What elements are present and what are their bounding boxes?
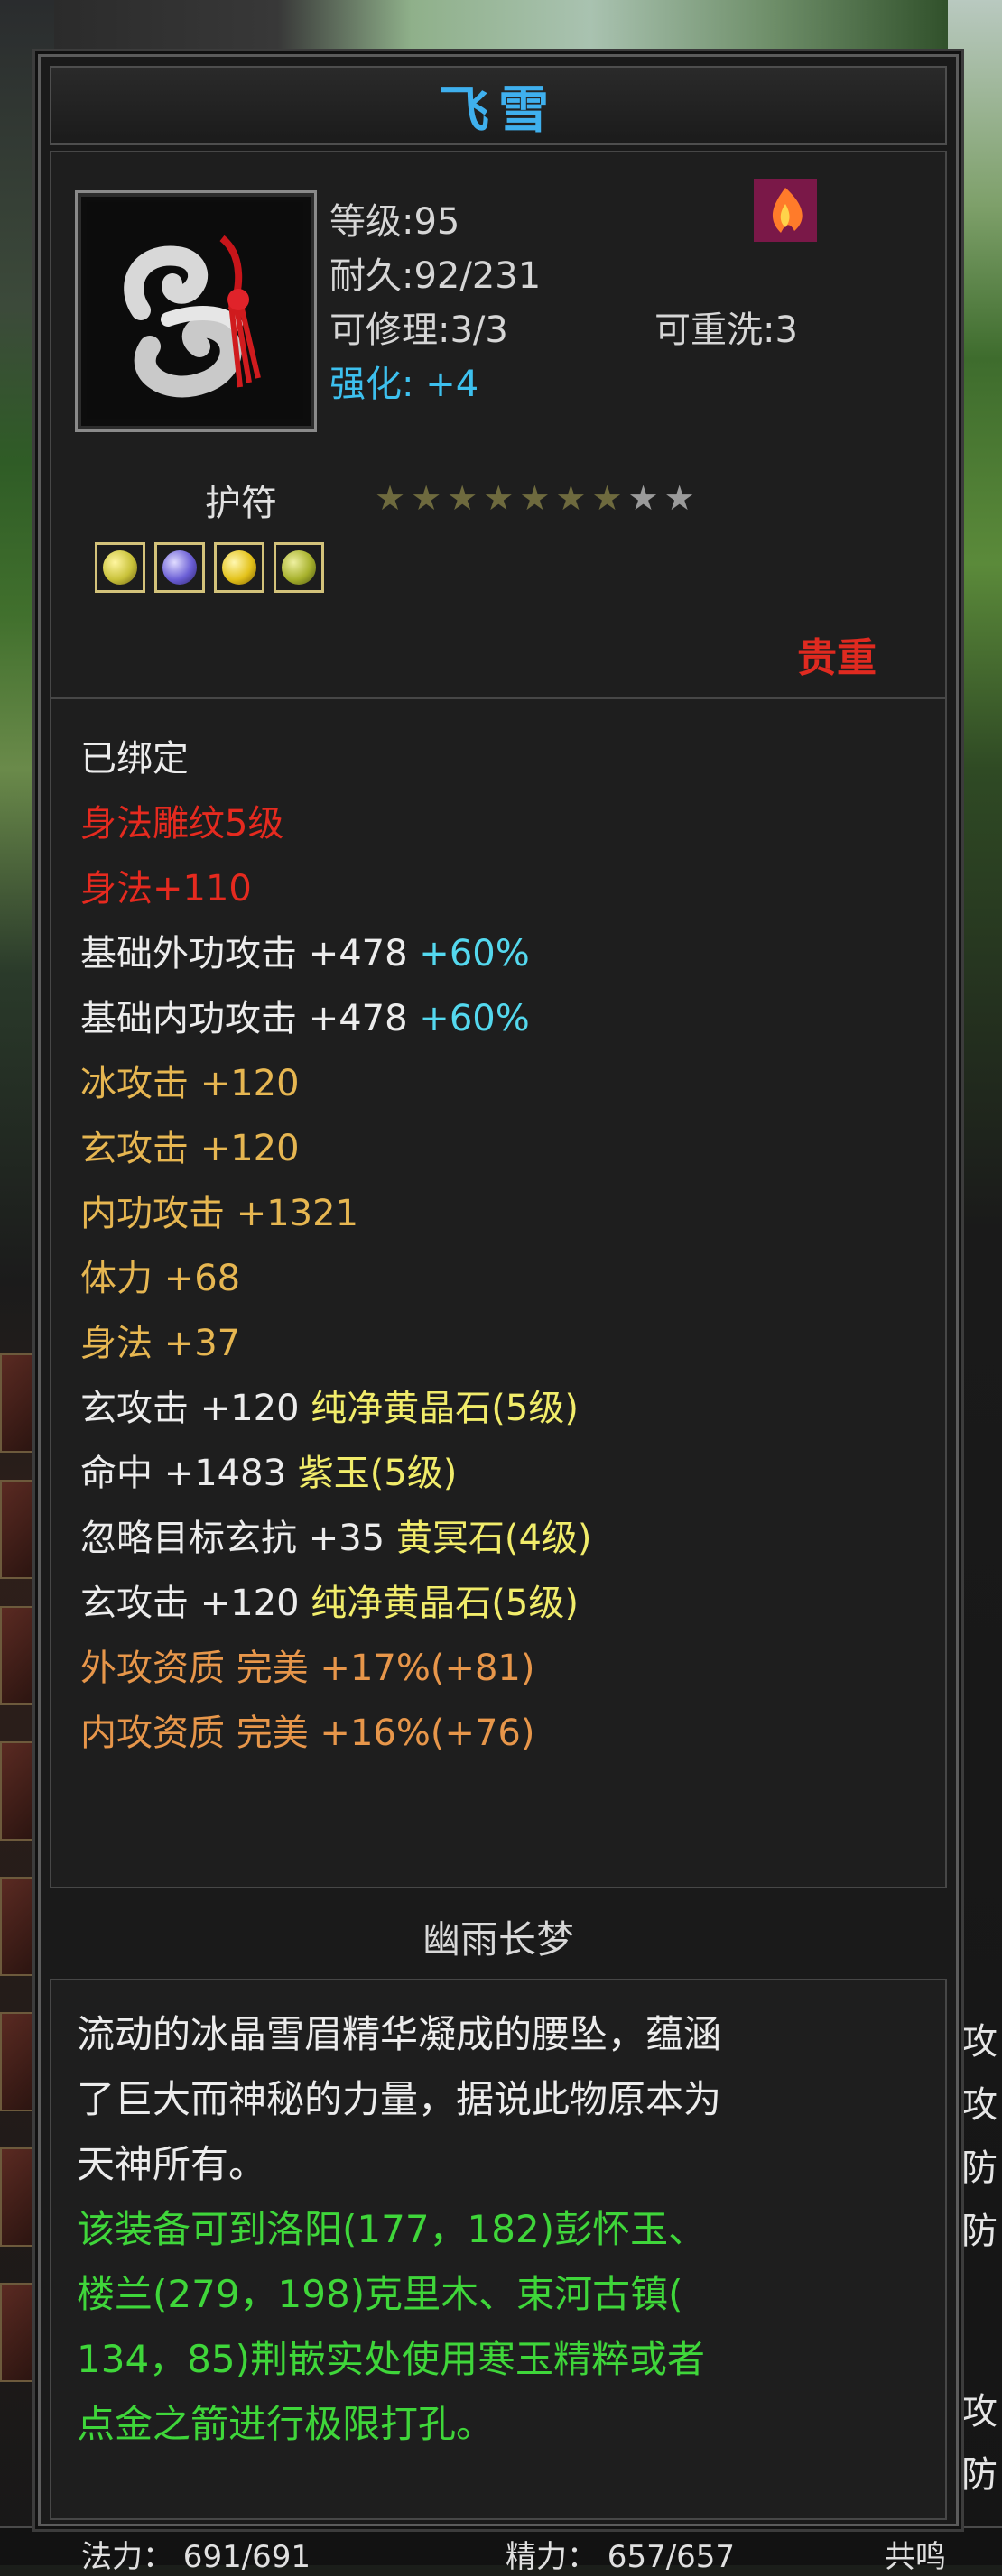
side-stat-label: 防 [961, 2211, 997, 2252]
gem-stat-value: 命中 +1483 [80, 1453, 287, 1494]
agility-stat: 身法 +37 [80, 1323, 241, 1364]
mana-stat: 法力： 691/691 [81, 2539, 311, 2575]
item-repairable: 可修理:3/3 [329, 309, 508, 351]
skill-slot-icon[interactable] [0, 1480, 36, 1579]
lore-line: 流动的冰晶雪眉精华凝成的腰坠，蕴涵 [77, 2012, 722, 2056]
internal-attack-percent: +60% [419, 998, 530, 1039]
item-category: 护符 [205, 483, 277, 524]
side-stat-label: 攻 [961, 2021, 997, 2063]
ice-attack-stat: 冰攻击 +120 [80, 1063, 300, 1104]
internal-attack-value: 基础内功攻击 +478 [80, 998, 408, 1039]
gem-name: 紫玉(5级) [297, 1453, 458, 1494]
carving-level: 身法雕纹5级 [80, 803, 284, 845]
item-durability: 耐久:92/231 [329, 255, 542, 297]
resonance-stat: 共鸣 [885, 2539, 946, 2575]
gem-socket[interactable] [274, 542, 324, 593]
skill-slot-icon[interactable] [0, 1606, 36, 1705]
star-empty-icon: ★ [627, 478, 659, 518]
energy-stat: 精力： 657/657 [506, 2539, 736, 2575]
gem-stat-value: 忽略目标玄抗 +35 [80, 1518, 385, 1559]
jade-pendant-icon [87, 202, 303, 419]
hint-line: 该装备可到洛阳(177，182)彭怀玉、 [77, 2207, 707, 2251]
skill-slot-icon[interactable] [0, 1877, 36, 1976]
side-stat-label: 攻 [961, 2084, 997, 2126]
external-attack-stat: 基础外功攻击 +478 +60% [80, 927, 530, 981]
yellow-gem-icon [103, 550, 137, 585]
item-icon-frame [75, 190, 317, 432]
set-name: 幽雨长梦 [422, 1916, 574, 1962]
star-filled-icon: ★ [483, 478, 515, 518]
rarity-label: 贵重 [797, 635, 877, 681]
external-attack-percent: +60% [419, 933, 530, 974]
star-rating: ★ ★ ★ ★ ★ ★ ★ ★ ★ [375, 481, 695, 515]
scene-background-top [54, 0, 948, 54]
skill-slot-icon[interactable] [0, 2147, 36, 2247]
mystic-attack-stat: 玄攻击 +120 [80, 1128, 300, 1169]
item-rewashable: 可重洗:3 [654, 309, 798, 351]
stamina-stat: 体力 +68 [80, 1258, 241, 1299]
item-name: 飞雪 [439, 80, 558, 140]
gem-name: 纯净黄晶石(5级) [311, 1583, 579, 1624]
side-stat-label: 防 [961, 2147, 997, 2189]
aptitude-internal: 内攻资质 完美 +16%(+76) [80, 1713, 535, 1754]
skill-slot-icon[interactable] [0, 1741, 36, 1841]
item-enhance: 强化: +4 [329, 355, 478, 407]
side-stat-label: 攻 [961, 2391, 997, 2433]
gem-stat-value: 玄攻击 +120 [80, 1583, 300, 1624]
gold-gem-icon [222, 550, 256, 585]
lore-line: 天神所有。 [77, 2142, 267, 2186]
enhance-value: +4 [425, 364, 479, 405]
hint-line: 点金之箭进行极限打孔。 [77, 2402, 495, 2446]
inner-attack-stat: 内功攻击 +1321 [80, 1193, 359, 1234]
side-stat-label: 防 [961, 2454, 997, 2496]
hint-line: 134，85)荆嵌实处使用寒玉精粹或者 [77, 2337, 705, 2381]
gem-stat-1: 玄攻击 +120 纯净黄晶石(5级) [80, 1381, 579, 1436]
skill-slot-icon[interactable] [0, 2283, 36, 2382]
enhance-label: 强化: [329, 364, 414, 405]
gem-socket[interactable] [214, 542, 264, 593]
item-tooltip: 飞雪 等级:95 耐久:92/231 可修理:3/3 可重洗:3 强化: +4 … [38, 54, 959, 2526]
lore-line: 了巨大而神秘的力量，据说此物原本为 [77, 2077, 722, 2121]
purple-gem-icon [162, 550, 197, 585]
internal-attack-stat: 基础内功攻击 +478 +60% [80, 992, 530, 1046]
gem-name: 黄冥石(4级) [395, 1518, 592, 1559]
star-filled-icon: ★ [411, 478, 442, 518]
green-gold-gem-icon [282, 550, 316, 585]
star-filled-icon: ★ [375, 478, 406, 518]
star-filled-icon: ★ [519, 478, 551, 518]
fire-element-icon [754, 179, 817, 242]
gem-stat-2: 命中 +1483 紫玉(5级) [80, 1446, 457, 1500]
star-filled-icon: ★ [447, 478, 478, 518]
item-title-bar: 飞雪 [50, 66, 947, 145]
gem-stat-3: 忽略目标玄抗 +35 黄冥石(4级) [80, 1511, 592, 1565]
gem-name: 纯净黄晶石(5级) [311, 1388, 579, 1429]
gem-socket[interactable] [154, 542, 205, 593]
item-level: 等级:95 [329, 201, 460, 243]
star-empty-icon: ★ [663, 478, 695, 518]
external-attack-value: 基础外功攻击 +478 [80, 933, 408, 974]
bound-status: 已绑定 [80, 738, 189, 780]
aptitude-external: 外攻资质 完美 +17%(+81) [80, 1648, 535, 1689]
skill-slot-icon[interactable] [0, 2012, 36, 2111]
skill-slot-icon[interactable] [0, 1353, 36, 1453]
gem-socket[interactable] [95, 542, 145, 593]
hint-line: 楼兰(279，198)克里木、束河古镇( [77, 2272, 683, 2316]
gem-stat-4: 玄攻击 +120 纯净黄晶石(5级) [80, 1576, 579, 1630]
star-filled-icon: ★ [591, 478, 623, 518]
status-bar: 法力： 691/691 精力： 657/657 共鸣 [0, 2526, 1002, 2575]
carving-bonus: 身法+110 [80, 868, 252, 909]
gem-stat-value: 玄攻击 +120 [80, 1388, 300, 1429]
star-filled-icon: ★ [555, 478, 587, 518]
